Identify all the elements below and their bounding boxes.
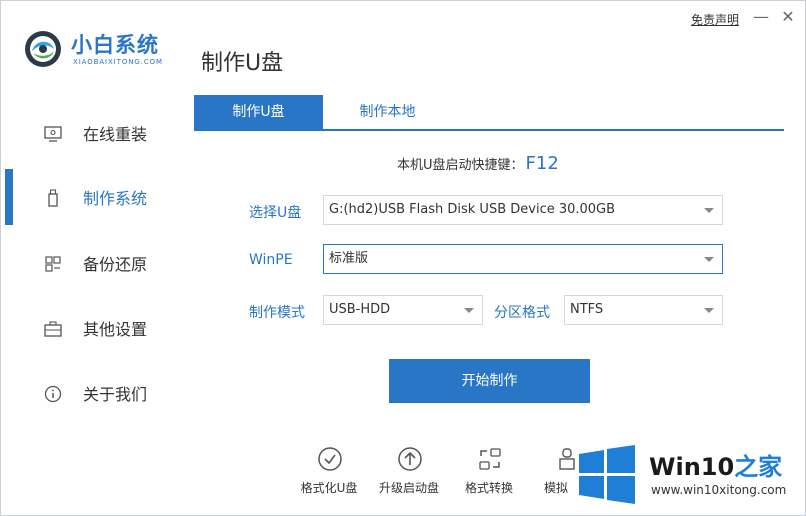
minimize-button[interactable]: —	[751, 7, 771, 27]
sidebar-item-other-settings[interactable]: 其他设置	[1, 300, 181, 356]
tool-label: 格式转换	[464, 481, 513, 495]
chevron-down-icon	[704, 208, 714, 213]
monitor-icon	[44, 126, 62, 142]
watermark-title: Win10之家	[649, 447, 782, 482]
mode-select-value: USB-HDD	[329, 302, 391, 317]
usb-select[interactable]: G:(hd2)USB Flash Disk USB Device 30.00GB	[323, 195, 723, 225]
chevron-down-icon	[464, 308, 474, 313]
mode-label: 制作模式	[249, 305, 305, 321]
tool-format-usb[interactable]: 格式化U盘	[294, 446, 364, 496]
tab-make-usb[interactable]: 制作U盘	[194, 95, 323, 129]
watermark-url: www.win10xitong.com	[651, 483, 787, 497]
sidebar-item-backup-restore[interactable]: 备份还原	[1, 235, 181, 291]
convert-icon	[479, 448, 501, 470]
partition-select-value: NTFS	[570, 302, 604, 317]
partition-select[interactable]: NTFS	[564, 295, 723, 325]
chevron-down-icon	[704, 257, 714, 262]
app-logo: 小白系统 XIAOBAIXITONG.COM	[21, 27, 191, 77]
logo-icon	[25, 31, 61, 67]
logo-subtitle: XIAOBAIXITONG.COM	[73, 58, 163, 66]
arrow-up-circle-icon	[398, 447, 422, 471]
winpe-select[interactable]: 标准版	[323, 244, 723, 274]
start-button[interactable]: 开始制作	[389, 359, 590, 403]
close-button[interactable]: ✕	[778, 7, 798, 27]
partition-label: 分区格式	[494, 305, 550, 321]
sidebar-item-label: 其他设置	[83, 320, 148, 339]
check-circle-icon	[318, 447, 342, 471]
info-icon	[44, 385, 62, 403]
sidebar-item-make-system[interactable]: 制作系统	[1, 169, 181, 225]
sidebar-item-label: 制作系统	[83, 189, 148, 208]
tab-bar: 制作U盘 制作本地	[194, 95, 784, 131]
hotkey-key: F12	[525, 153, 559, 174]
sidebar-item-label: 关于我们	[83, 385, 148, 404]
tool-label: 格式化U盘	[300, 481, 358, 495]
usb-select-value: G:(hd2)USB Flash Disk USB Device 30.00GB	[329, 202, 616, 217]
watermark-title-zhijia: 之家	[734, 453, 783, 481]
briefcase-icon	[44, 321, 62, 337]
logo-title: 小白系统	[71, 33, 159, 57]
sidebar-item-label: 在线重装	[83, 125, 148, 144]
tool-upgrade-boot-disk[interactable]: 升级启动盘	[374, 446, 444, 496]
tab-make-local[interactable]: 制作本地	[323, 95, 452, 129]
hotkey-label: 本机U盘启动快捷键：	[397, 158, 524, 173]
tool-format-convert[interactable]: 格式转换	[454, 446, 524, 496]
usb-label: 选择U盘	[249, 205, 302, 221]
hotkey-info: 本机U盘启动快捷键： F12	[397, 153, 559, 174]
windows-logo-icon	[579, 445, 635, 504]
active-indicator	[5, 169, 13, 225]
usb-drive-icon	[48, 189, 58, 207]
app-window: 免责声明 — ✕ 小白系统 XIAOBAIXITONG.COM 制作U盘 在线重…	[0, 0, 806, 516]
sidebar-item-about-us[interactable]: 关于我们	[1, 365, 181, 421]
mode-select[interactable]: USB-HDD	[323, 295, 483, 325]
sidebar-item-label: 备份还原	[83, 255, 148, 274]
sidebar-item-online-reinstall[interactable]: 在线重装	[1, 105, 181, 161]
grid-icon	[45, 256, 61, 272]
tool-label: 升级启动盘	[378, 481, 439, 495]
page-title: 制作U盘	[201, 51, 284, 76]
chevron-down-icon	[704, 308, 714, 313]
winpe-label: WinPE	[249, 252, 293, 268]
disclaimer-link[interactable]: 免责声明	[691, 11, 739, 28]
winpe-select-value: 标准版	[329, 251, 369, 266]
sidebar: 在线重装 制作系统 备份还原 其他设置 关于我们	[1, 101, 181, 427]
win10-watermark: Win10之家 www.win10xitong.com	[575, 445, 806, 507]
watermark-title-win10: Win10	[649, 453, 735, 481]
